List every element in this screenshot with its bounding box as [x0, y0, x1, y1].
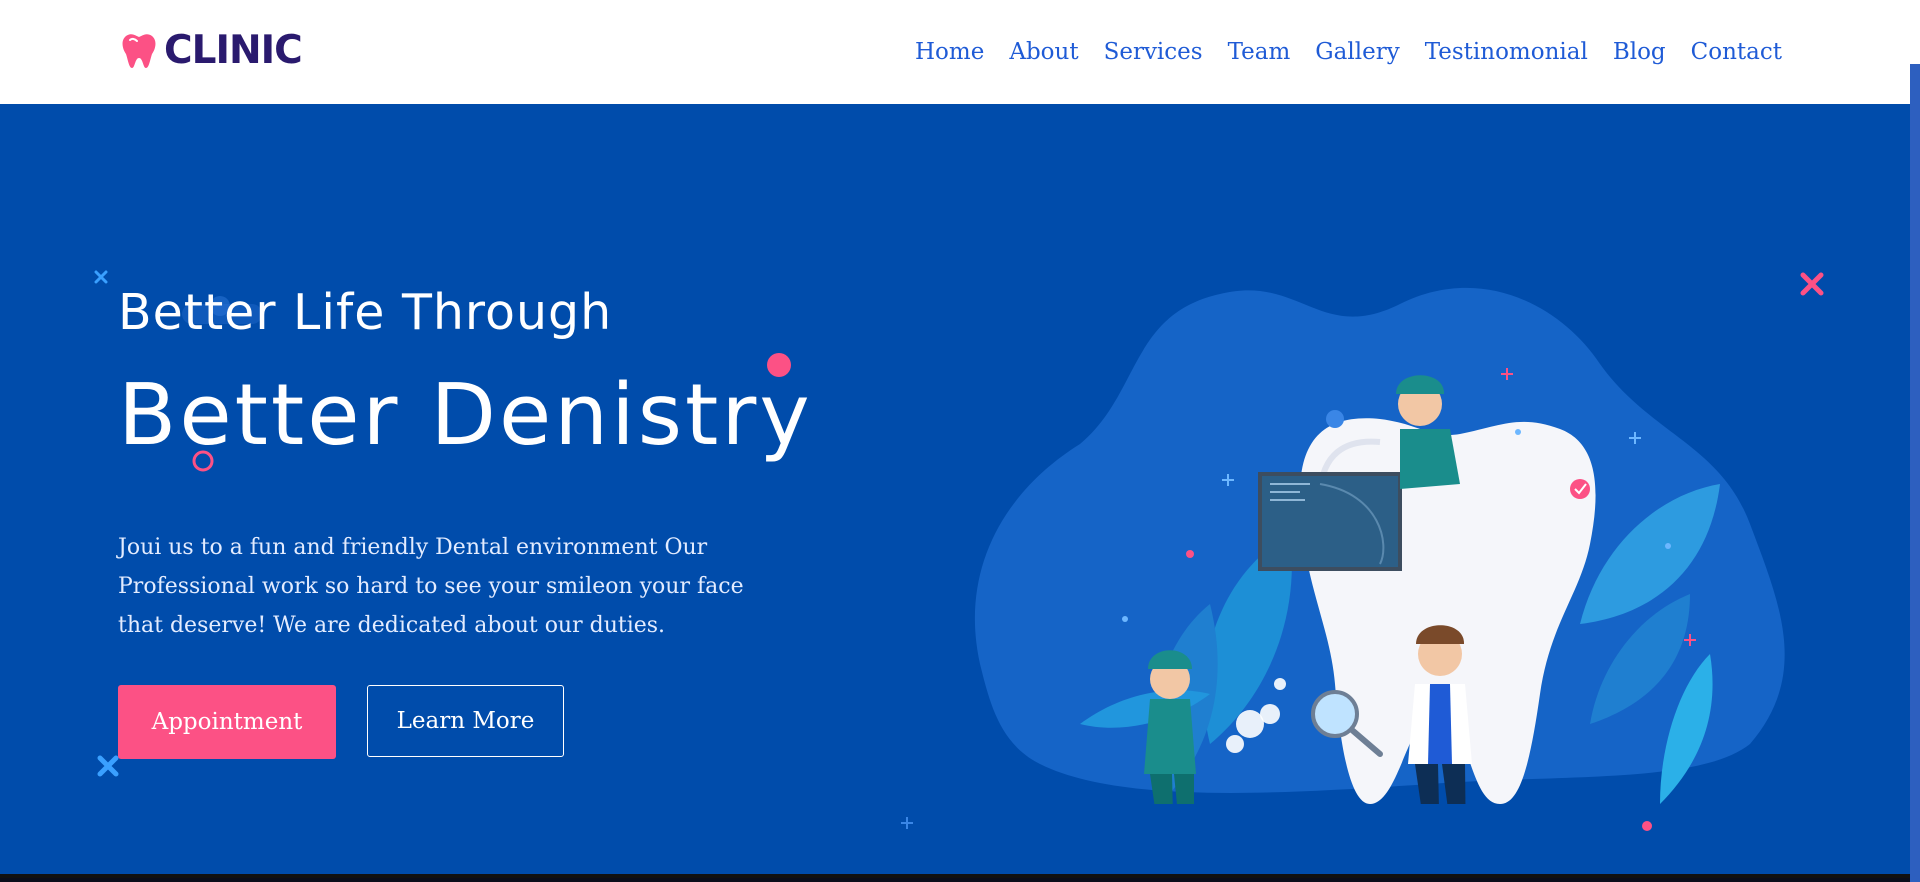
- appointment-button[interactable]: Appointment: [118, 685, 336, 759]
- plus-icon: [901, 817, 913, 829]
- brand-name: CLINIC: [164, 28, 303, 73]
- hero-title: Better Denistry: [118, 366, 813, 465]
- tooth-icon: [122, 34, 156, 68]
- dentists-tooth-illustration: [974, 287, 1785, 804]
- nav-gallery[interactable]: Gallery: [1315, 36, 1399, 68]
- nav-testimonial[interactable]: Testinomonial: [1425, 36, 1588, 68]
- learn-more-button[interactable]: Learn More: [367, 685, 564, 757]
- cross-icon: [97, 755, 119, 777]
- nav-home[interactable]: Home: [915, 36, 984, 68]
- cross-icon: [94, 270, 108, 284]
- nav-team[interactable]: Team: [1228, 36, 1291, 68]
- scrollbar-track[interactable]: [1910, 0, 1920, 882]
- nav-blog[interactable]: Blog: [1613, 36, 1666, 68]
- cross-icon: [1800, 272, 1824, 296]
- nav-contact[interactable]: Contact: [1691, 36, 1782, 68]
- dot-icon: [1642, 821, 1652, 831]
- main-nav: Home About Services Team Gallery Testino…: [915, 36, 1782, 68]
- nav-about[interactable]: About: [1009, 36, 1078, 68]
- hero-bottom-border: [0, 874, 1910, 878]
- logo[interactable]: CLINIC: [118, 28, 303, 73]
- hero-description: Joui us to a fun and friendly Dental env…: [118, 535, 744, 638]
- nav-services[interactable]: Services: [1104, 36, 1203, 68]
- scrollbar-thumb[interactable]: [1910, 0, 1920, 64]
- page: CLINIC Home About Services Team Gallery …: [0, 0, 1910, 882]
- hero-section: Better Life Through Better Denistry Joui…: [0, 104, 1910, 878]
- site-header: CLINIC Home About Services Team Gallery …: [0, 0, 1910, 104]
- hero-subtitle: Better Life Through: [118, 284, 613, 341]
